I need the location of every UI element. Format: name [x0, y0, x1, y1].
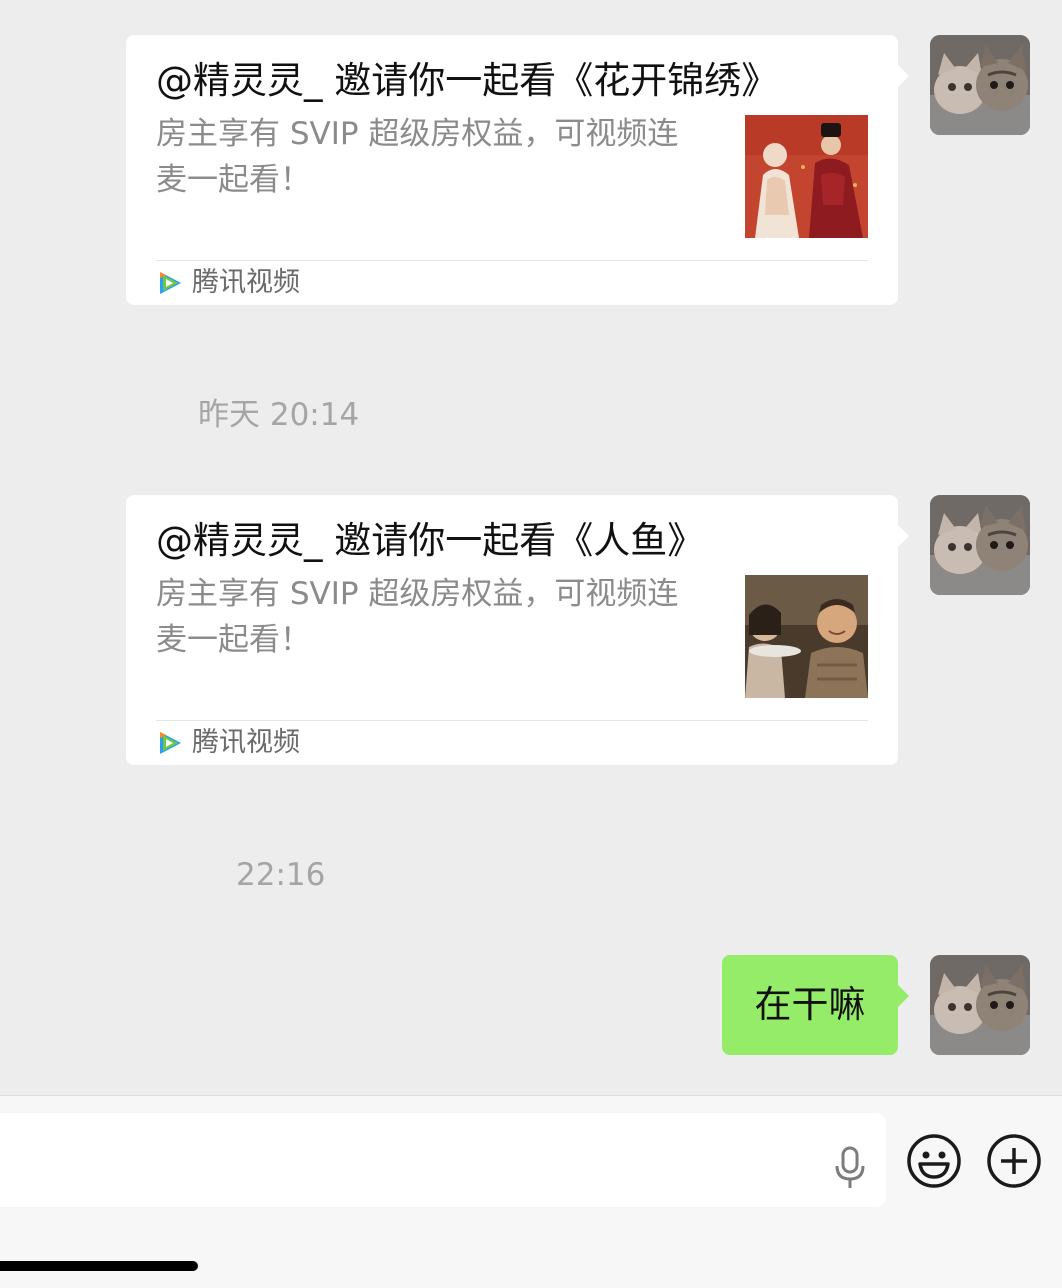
source-label: 腾讯视频	[192, 267, 300, 298]
source-label: 腾讯视频	[192, 727, 300, 758]
timestamp: 昨天 20:14	[198, 397, 360, 433]
share-card-message[interactable]: @精灵灵_ 邀请你一起看《花开锦绣》 房主享有 SVIP 超级房权益，可视频连麦…	[126, 35, 909, 305]
card-source: 腾讯视频	[156, 725, 300, 761]
microphone-icon[interactable]	[832, 1146, 868, 1190]
card-description: 房主享有 SVIP 超级房权益，可视频连麦一起看！	[156, 576, 679, 658]
avatar[interactable]	[930, 955, 1030, 1055]
avatar[interactable]	[930, 35, 1030, 135]
share-card-message[interactable]: @精灵灵_ 邀请你一起看《人鱼》 房主享有 SVIP 超级房权益，可视频连麦一起…	[126, 495, 909, 765]
card-divider	[156, 720, 868, 721]
avatar[interactable]	[930, 495, 1030, 595]
message-text: 在干嘛	[754, 983, 866, 1026]
card-source: 腾讯视频	[156, 265, 300, 301]
tencent-video-icon	[160, 732, 181, 754]
card-thumbnail	[745, 575, 868, 698]
tencent-video-icon	[160, 272, 181, 294]
card-thumbnail	[745, 115, 868, 238]
input-bar	[0, 1095, 1062, 1288]
home-indicator	[0, 1261, 198, 1271]
timestamp: 22:16	[236, 857, 326, 893]
chat-message-list[interactable]: @精灵灵_ 邀请你一起看《花开锦绣》 房主享有 SVIP 超级房权益，可视频连麦…	[0, 0, 1062, 1095]
card-title: @精灵灵_ 邀请你一起看《人鱼》	[156, 519, 705, 562]
plus-icon[interactable]	[986, 1133, 1042, 1189]
card-divider	[156, 260, 868, 261]
card-description: 房主享有 SVIP 超级房权益，可视频连麦一起看！	[156, 116, 679, 198]
sent-text-message[interactable]: 在干嘛	[722, 955, 909, 1055]
card-title: @精灵灵_ 邀请你一起看《花开锦绣》	[156, 59, 779, 102]
emoji-icon[interactable]	[906, 1133, 962, 1189]
message-input[interactable]	[0, 1113, 886, 1207]
